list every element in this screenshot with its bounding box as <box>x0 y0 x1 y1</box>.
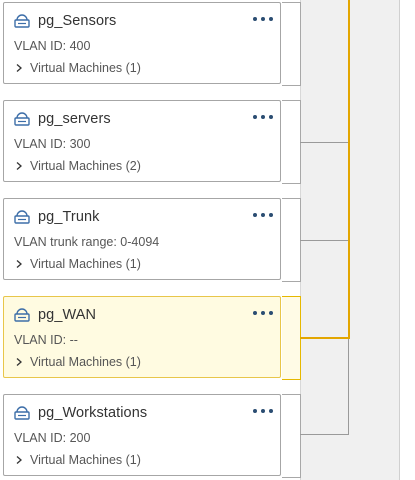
port-group-name: pg_servers <box>38 111 111 127</box>
panel-edge <box>399 0 415 480</box>
port-group-name: pg_WAN <box>38 307 97 323</box>
vlan-info: VLAN ID: 300 <box>14 137 91 151</box>
port-group-connector <box>282 100 301 184</box>
vlan-info: VLAN ID: 200 <box>14 431 91 445</box>
chevron-right-icon <box>16 64 22 72</box>
port-group-name: pg_Sensors <box>38 13 117 29</box>
port-group-card[interactable]: pg_Trunk VLAN trunk range: 0-4094 Virtua… <box>3 198 281 280</box>
port-group-card[interactable]: pg_servers VLAN ID: 300 Virtual Machines… <box>3 100 281 182</box>
link-trunk-line <box>348 338 349 435</box>
selected-path-line <box>348 0 350 339</box>
vlan-info: VLAN ID: -- <box>14 333 78 347</box>
selected-link-line <box>300 337 350 339</box>
port-group-icon <box>14 308 30 322</box>
virtual-machines-label: Virtual Machines (2) <box>30 159 141 173</box>
port-group-name: pg_Workstations <box>38 405 148 421</box>
link-line <box>300 434 349 435</box>
chevron-right-icon <box>16 456 22 464</box>
port-group-icon <box>14 210 30 224</box>
more-actions-button[interactable] <box>253 210 273 220</box>
more-actions-button[interactable] <box>253 406 273 416</box>
port-group-icon <box>14 406 30 420</box>
switch-topology-area: pg_Sensors VLAN ID: 400 Virtual Machines… <box>0 0 415 480</box>
port-group-icon <box>14 112 30 126</box>
port-group-connector <box>282 2 301 86</box>
virtual-machines-label: Virtual Machines (1) <box>30 257 141 271</box>
virtual-machines-label: Virtual Machines (1) <box>30 61 141 75</box>
more-actions-button[interactable] <box>253 308 273 318</box>
virtual-machines-toggle[interactable]: Virtual Machines (1) <box>14 257 141 271</box>
port-group-connector-selected <box>282 296 301 380</box>
link-line <box>300 142 349 143</box>
more-actions-button[interactable] <box>253 112 273 122</box>
card-header: pg_WAN <box>13 306 96 324</box>
port-group-connector <box>282 394 301 478</box>
card-header: pg_Workstations <box>13 404 147 422</box>
vlan-info: VLAN trunk range: 0-4094 <box>14 235 160 249</box>
virtual-machines-toggle[interactable]: Virtual Machines (1) <box>14 355 141 369</box>
port-group-card-selected[interactable]: pg_WAN VLAN ID: -- Virtual Machines (1) <box>3 296 281 378</box>
virtual-machines-label: Virtual Machines (1) <box>30 355 141 369</box>
card-header: pg_Trunk <box>13 208 100 226</box>
chevron-right-icon <box>16 162 22 170</box>
more-actions-button[interactable] <box>253 14 273 24</box>
vlan-info: VLAN ID: 400 <box>14 39 91 53</box>
chevron-right-icon <box>16 358 22 366</box>
card-header: pg_servers <box>13 110 111 128</box>
port-group-card[interactable]: pg_Workstations VLAN ID: 200 Virtual Mac… <box>3 394 281 476</box>
port-group-name: pg_Trunk <box>38 209 100 225</box>
virtual-machines-label: Virtual Machines (1) <box>30 453 141 467</box>
virtual-machines-toggle[interactable]: Virtual Machines (2) <box>14 159 141 173</box>
virtual-machines-toggle[interactable]: Virtual Machines (1) <box>14 61 141 75</box>
virtual-machines-toggle[interactable]: Virtual Machines (1) <box>14 453 141 467</box>
link-line <box>300 240 349 241</box>
chevron-right-icon <box>16 260 22 268</box>
port-group-connector <box>282 198 301 282</box>
port-group-card[interactable]: pg_Sensors VLAN ID: 400 Virtual Machines… <box>3 2 281 84</box>
port-group-icon <box>14 14 30 28</box>
card-header: pg_Sensors <box>13 12 116 30</box>
